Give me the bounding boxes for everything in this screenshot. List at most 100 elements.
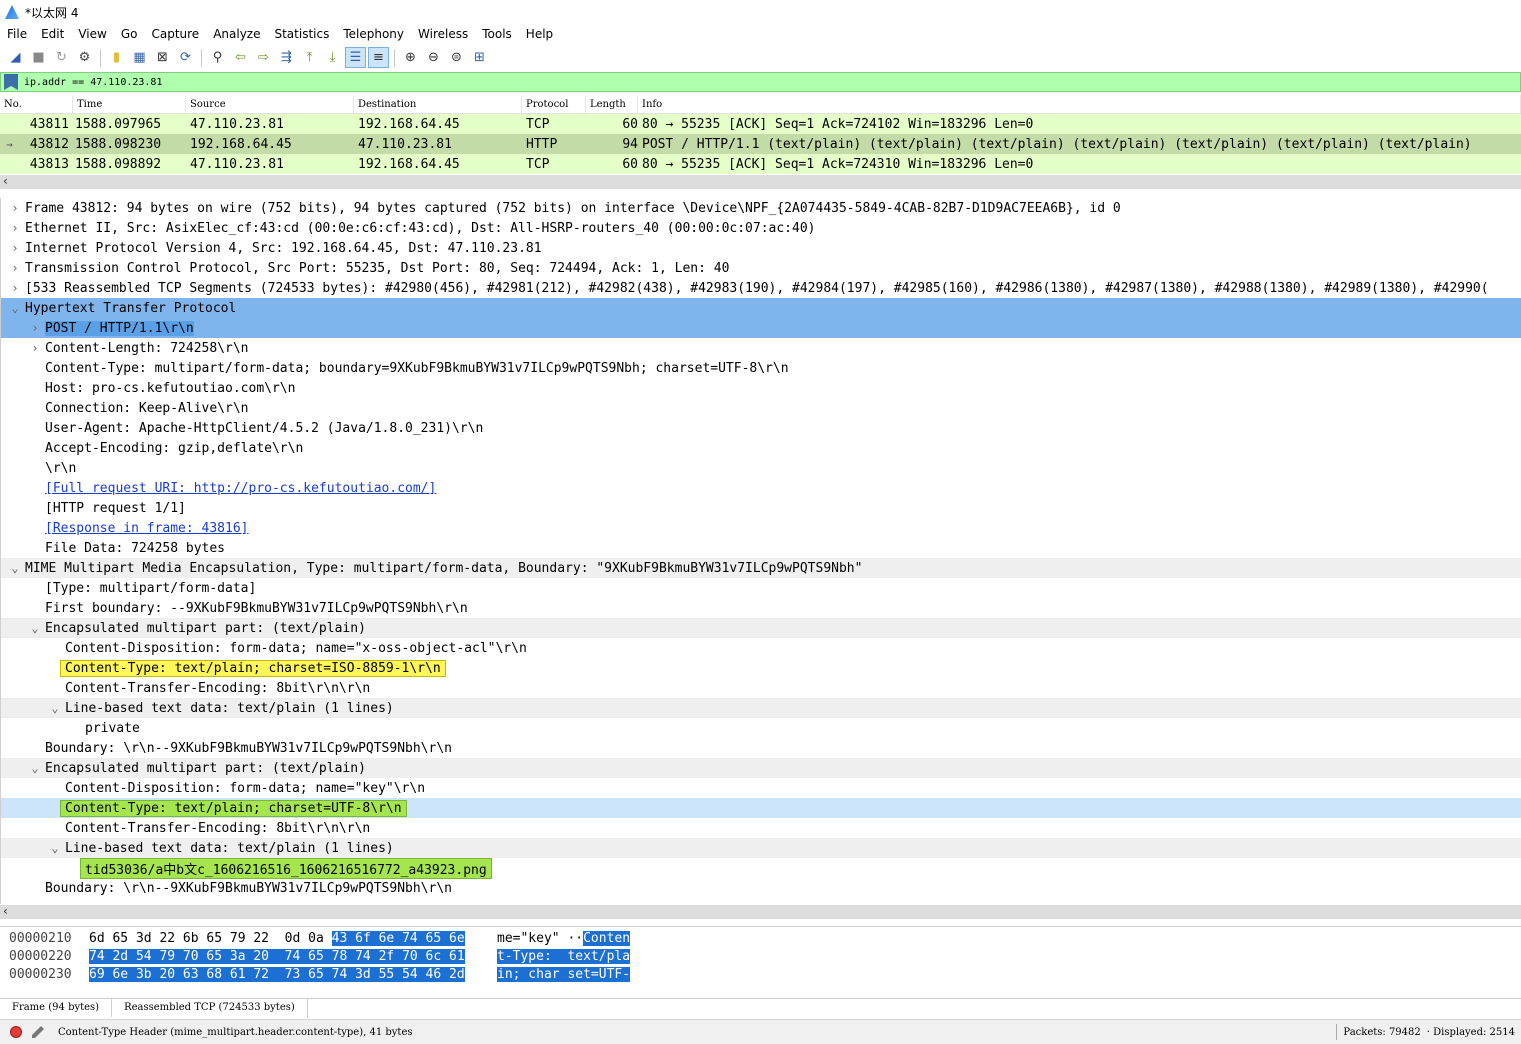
column-header-info[interactable]: Info (638, 95, 1521, 113)
details-hscrollbar[interactable]: ‹ (0, 904, 1521, 919)
tree-item-label[interactable]: [Response in frame: 43816] (45, 521, 249, 536)
go-to-packet-icon[interactable]: ⇶ (276, 47, 297, 68)
tree-row[interactable]: [Response in frame: 43816] (1, 518, 1521, 538)
tree-row[interactable]: Host: pro-cs.kefutoutiao.com\r\n (1, 378, 1521, 398)
zoom-in-icon[interactable]: ⊕ (400, 47, 421, 68)
tree-row[interactable]: ⌄ MIME Multipart Media Encapsulation, Typ… (1, 558, 1521, 578)
tree-row[interactable]: Content-Type: text/plain; charset=UTF-8\… (1, 798, 1521, 818)
expert-info-dot-icon[interactable] (10, 1026, 22, 1038)
menu-capture[interactable]: Capture (144, 24, 206, 44)
tab-reassembled-tcp[interactable]: Reassembled TCP (724533 bytes) (112, 999, 308, 1018)
packet-row-selected[interactable]: → 43812 1588.098230 192.168.64.45 47.110… (0, 134, 1521, 154)
tree-row[interactable]: ⌄ Encapsulated multipart part: (text/plai… (1, 618, 1521, 638)
hex-ascii[interactable]: in; char set=UTF- (497, 966, 631, 982)
display-filter-input[interactable] (24, 76, 1504, 88)
column-header-length[interactable]: Length (586, 95, 638, 113)
tree-row[interactable]: [Full request URI: http://pro-cs.kefutou… (1, 478, 1521, 498)
tree-row[interactable]: ⌄ Hypertext Transfer Protocol (1, 298, 1521, 318)
menu-file[interactable]: File (0, 24, 34, 44)
open-file-icon[interactable]: ▮ (106, 47, 127, 68)
scroll-left-icon[interactable]: ‹ (3, 904, 8, 918)
first-packet-icon[interactable]: ⤒ (299, 47, 320, 68)
expand-arrow-icon[interactable]: › (5, 261, 25, 275)
tree-row[interactable]: ⌄ Line-based text data: text/plain (1 lin… (1, 838, 1521, 858)
resize-columns-icon[interactable]: ⊞ (469, 47, 490, 68)
tree-row[interactable]: tid53036/a中b文c_1606216516_1606216516772_… (1, 857, 1521, 879)
restart-capture-icon[interactable]: ↻ (51, 47, 72, 68)
collapse-arrow-icon[interactable]: ⌄ (45, 701, 65, 715)
collapse-arrow-icon[interactable]: ⌄ (5, 561, 25, 575)
tree-row[interactable]: User-Agent: Apache-HttpClient/4.5.2 (Jav… (1, 418, 1521, 438)
tree-row[interactable]: [Type: multipart/form-data] (1, 578, 1521, 598)
tab-frame-bytes[interactable]: Frame (94 bytes) (0, 999, 113, 1018)
tree-row[interactable]: Accept-Encoding: gzip,deflate\r\n (1, 438, 1521, 458)
menu-help[interactable]: Help (519, 24, 560, 44)
tree-row[interactable]: Boundary: \r\n--9XKubF9BkmuBYW31v7ILCp9w… (1, 738, 1521, 758)
expand-arrow-icon[interactable]: › (5, 221, 25, 235)
hex-row[interactable]: 00000220 74 2d 54 79 70 65 3a 20 74 65 78… (0, 947, 631, 965)
autoscroll-icon[interactable]: ☰ (345, 47, 366, 68)
menu-statistics[interactable]: Statistics (267, 24, 336, 44)
tree-row[interactable]: › Content-Length: 724258\r\n (1, 338, 1521, 358)
scroll-left-icon[interactable]: ‹ (3, 174, 8, 188)
expand-arrow-icon[interactable]: › (5, 241, 25, 255)
menu-tools[interactable]: Tools (475, 24, 519, 44)
hex-ascii[interactable]: me="key" ··Conten (497, 930, 631, 946)
tree-item-label[interactable]: [Full request URI: http://pro-cs.kefutou… (45, 481, 436, 496)
tree-row[interactable]: Content-Type: multipart/form-data; bound… (1, 358, 1521, 378)
tree-row[interactable]: › Frame 43812: 94 bytes on wire (752 bits… (1, 198, 1521, 218)
tree-row[interactable]: First boundary: --9XKubF9BkmuBYW31v7ILCp… (1, 598, 1521, 618)
hex-row[interactable]: 00000230 69 6e 3b 20 63 68 61 72 73 65 74… (0, 965, 631, 983)
column-header-source[interactable]: Source (186, 95, 354, 113)
tree-row[interactable]: Content-Transfer-Encoding: 8bit\r\n\r\n (1, 818, 1521, 838)
tree-row[interactable]: Boundary: \r\n--9XKubF9BkmuBYW31v7ILCp9w… (1, 878, 1521, 898)
hex-ascii[interactable]: t-Type: text/pla (497, 948, 631, 964)
tree-row[interactable]: ⌄ Encapsulated multipart part: (text/plai… (1, 758, 1521, 778)
packet-list-hscrollbar[interactable]: ‹ (0, 174, 1521, 189)
packet-row[interactable]: 43813 1588.098892 47.110.23.81 192.168.6… (0, 154, 1521, 174)
collapse-arrow-icon[interactable]: ⌄ (25, 621, 45, 635)
zoom-out-icon[interactable]: ⊖ (423, 47, 444, 68)
expand-arrow-icon[interactable]: › (25, 321, 45, 335)
find-packet-icon[interactable]: ⚲ (207, 47, 228, 68)
menu-analyze[interactable]: Analyze (206, 24, 267, 44)
collapse-arrow-icon[interactable]: ⌄ (45, 841, 65, 855)
go-back-icon[interactable]: ⇦ (230, 47, 251, 68)
tree-row[interactable]: Content-Transfer-Encoding: 8bit\r\n\r\n (1, 678, 1521, 698)
go-forward-icon[interactable]: ⇨ (253, 47, 274, 68)
zoom-reset-icon[interactable]: ⊜ (446, 47, 467, 68)
tree-row[interactable]: ⌄ Line-based text data: text/plain (1 lin… (1, 698, 1521, 718)
tree-row[interactable]: › POST / HTTP/1.1\r\n (1, 318, 1521, 338)
capture-comment-pencil-icon[interactable] (32, 1026, 44, 1038)
tree-row[interactable]: Content-Type: text/plain; charset=ISO-88… (1, 658, 1521, 678)
menu-wireless[interactable]: Wireless (411, 24, 475, 44)
menu-edit[interactable]: Edit (34, 24, 71, 44)
tree-row[interactable]: › Transmission Control Protocol, Src Port… (1, 258, 1521, 278)
hex-bytes[interactable]: 69 6e 3b 20 63 68 61 72 73 65 74 3d 55 5… (89, 966, 497, 982)
column-header-destination[interactable]: Destination (354, 95, 522, 113)
collapse-arrow-icon[interactable]: ⌄ (25, 761, 45, 775)
menu-view[interactable]: View (71, 24, 113, 44)
close-file-icon[interactable]: ⊠ (152, 47, 173, 68)
tree-row[interactable]: › Internet Protocol Version 4, Src: 192.1… (1, 238, 1521, 258)
tree-row[interactable]: File Data: 724258 bytes (1, 538, 1521, 558)
column-header-protocol[interactable]: Protocol (522, 95, 586, 113)
menu-telephony[interactable]: Telephony (336, 24, 411, 44)
save-file-icon[interactable]: ▦ (129, 47, 150, 68)
expand-arrow-icon[interactable]: › (25, 341, 45, 355)
menu-go[interactable]: Go (114, 24, 145, 44)
hex-bytes[interactable]: 6d 65 3d 22 6b 65 79 22 0d 0a 43 6f 6e 7… (89, 930, 497, 946)
tree-row[interactable]: \r\n (1, 458, 1521, 478)
tree-row[interactable]: Content-Disposition: form-data; name="x-… (1, 638, 1521, 658)
tree-row[interactable]: › [533 Reassembled TCP Segments (724533 b… (1, 278, 1521, 298)
hex-bytes[interactable]: 74 2d 54 79 70 65 3a 20 74 65 78 74 2f 7… (89, 948, 497, 964)
column-header-no[interactable]: No. (0, 95, 73, 113)
tree-row[interactable]: [HTTP request 1/1] (1, 498, 1521, 518)
colorize-icon[interactable]: ≡ (368, 47, 389, 68)
tree-row[interactable]: private (1, 718, 1521, 738)
last-packet-icon[interactable]: ⤓ (322, 47, 343, 68)
expand-arrow-icon[interactable]: › (5, 281, 25, 295)
column-header-time[interactable]: Time (73, 95, 186, 113)
capture-options-gear-icon[interactable]: ⚙ (74, 47, 95, 68)
reload-file-icon[interactable]: ⟳ (175, 47, 196, 68)
